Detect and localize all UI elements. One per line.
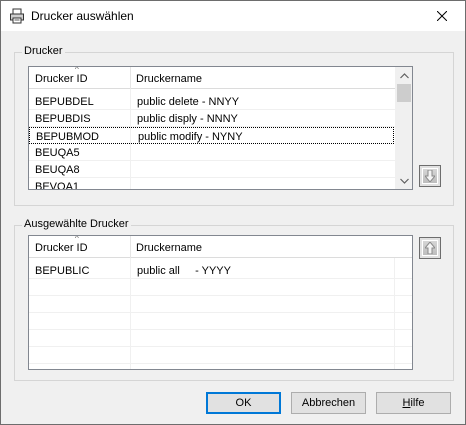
table-row[interactable]: BEPUBLIC public all - YYYY [29, 262, 412, 279]
arrow-down-icon [422, 168, 438, 184]
cell-printer-id: BEVQA1 [35, 181, 80, 190]
close-icon [437, 11, 447, 21]
cell-printer-id: BEUQA8 [35, 164, 80, 176]
selected-printers-group-label: Ausgewählte Drucker [22, 218, 131, 230]
ok-button[interactable]: OK [206, 392, 281, 414]
arrow-up-icon [422, 240, 438, 256]
scroll-down-button[interactable] [396, 172, 412, 189]
cell-printer-name: public delete - NNYY [137, 96, 240, 108]
help-button[interactable]: Hilfe [376, 392, 451, 414]
selected-list-header: ^ Drucker ID Druckername [29, 236, 412, 258]
table-row[interactable]: BEPUBDEL public delete - NNYY [29, 93, 412, 110]
help-label-rest: ilfe [410, 397, 425, 409]
column-header-printer-name[interactable]: Druckername [136, 73, 202, 85]
selected-printers-list[interactable]: ^ Drucker ID Druckername BEPUBLIC public… [28, 235, 413, 370]
table-row[interactable]: BEUQA5 [29, 144, 412, 161]
empty-row [29, 296, 412, 313]
empty-row [29, 279, 412, 296]
chevron-down-icon [400, 178, 409, 184]
empty-row [29, 330, 412, 347]
cell-printer-id: BEPUBDEL [35, 96, 94, 108]
cell-printer-name: public all - YYYY [137, 265, 231, 277]
cancel-button[interactable]: Abbrechen [291, 392, 366, 414]
column-divider[interactable] [130, 67, 131, 89]
cell-printer-name: public disply - NNNY [137, 113, 238, 125]
printers-list[interactable]: ^ Drucker ID Druckername BEPUBDEL public… [28, 66, 413, 190]
dialog-window: Drucker auswählen Drucker ^ Drucker ID D… [0, 0, 466, 425]
printers-list-scrollbar[interactable] [395, 67, 412, 189]
table-row-selected[interactable]: BEPUBMOD public modify - NYNY [29, 127, 394, 144]
cell-printer-id: BEPUBLIC [35, 265, 90, 277]
remove-printer-button[interactable] [419, 237, 441, 259]
window-title: Drucker auswählen [31, 9, 134, 23]
cell-printer-name: public modify - NYNY [138, 131, 243, 143]
scroll-thumb[interactable] [397, 84, 411, 102]
empty-row [29, 347, 412, 364]
cell-printer-id: BEUQA5 [35, 147, 80, 159]
table-row[interactable]: BEUQA8 [29, 161, 412, 178]
table-row[interactable]: BEVQA1 [29, 178, 412, 190]
scroll-up-button[interactable] [396, 67, 412, 84]
column-divider[interactable] [130, 236, 131, 258]
close-button[interactable] [419, 1, 465, 31]
column-header-printer-id[interactable]: Drucker ID [35, 242, 88, 254]
chevron-up-icon [400, 72, 409, 78]
empty-row [29, 313, 412, 330]
table-row[interactable]: BEPUBDIS public disply - NNNY [29, 110, 412, 127]
ok-button-label: OK [235, 397, 252, 409]
cell-printer-id: BEPUBDIS [35, 113, 91, 125]
cell-printer-id: BEPUBMOD [36, 131, 99, 143]
printers-list-header: ^ Drucker ID Druckername [29, 67, 412, 89]
cancel-button-label: Abbrechen [301, 397, 356, 409]
column-header-printer-id[interactable]: Drucker ID [35, 73, 88, 85]
help-button-label: Hilfe [402, 397, 424, 409]
add-printer-button[interactable] [419, 165, 441, 187]
printers-group-label: Drucker [22, 45, 65, 57]
title-bar[interactable]: Drucker auswählen [1, 1, 465, 31]
column-header-printer-name[interactable]: Druckername [136, 242, 202, 254]
printer-icon [9, 8, 25, 24]
